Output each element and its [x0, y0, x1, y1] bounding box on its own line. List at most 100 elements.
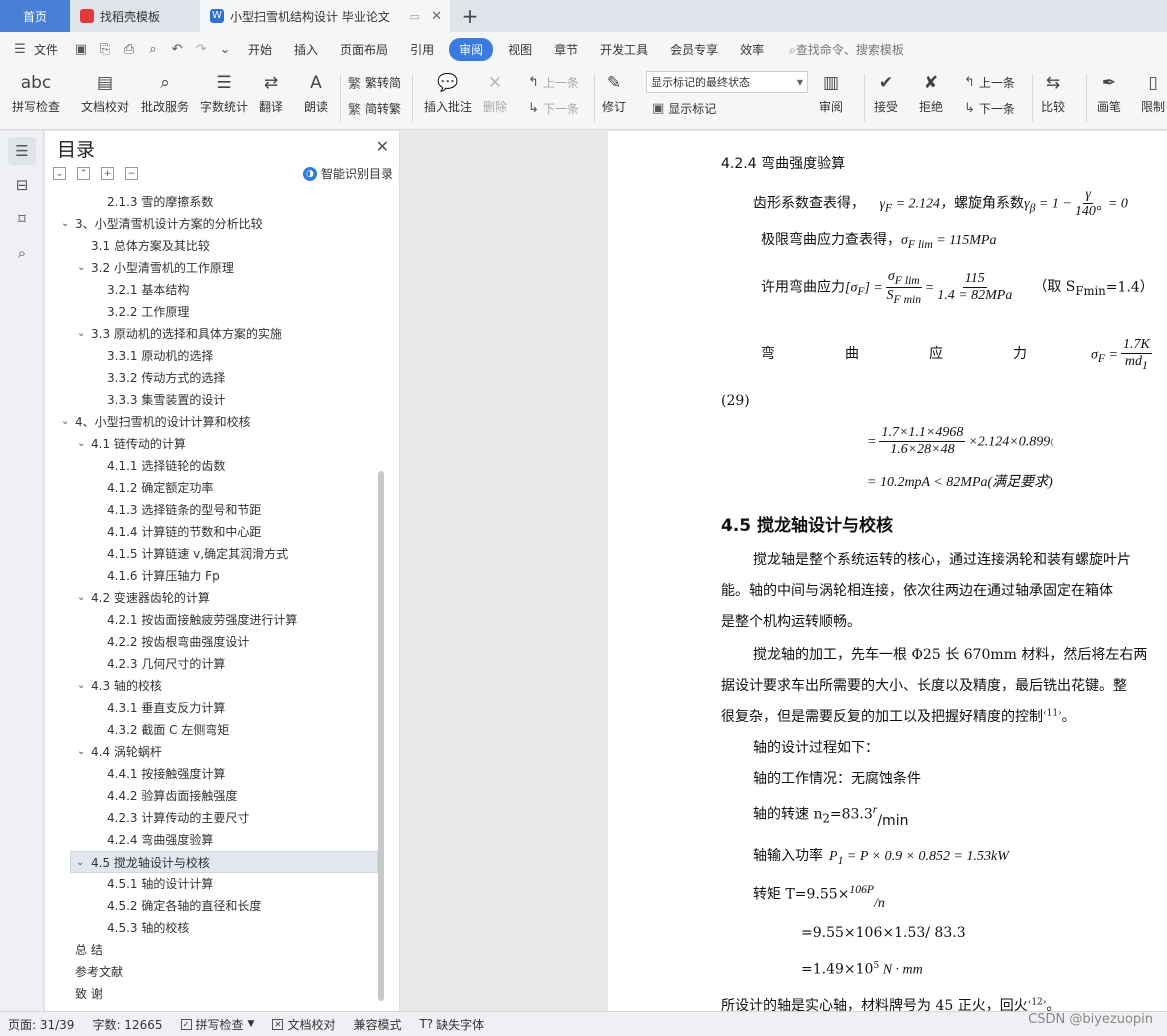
chevron-down-icon[interactable]: ⌄	[77, 323, 85, 345]
compare-button[interactable]: ⇆ 比较	[1040, 70, 1066, 115]
pen-button[interactable]: ✒ 画笔	[1096, 70, 1122, 115]
bookmark-icon[interactable]: ⌑	[8, 205, 36, 233]
next-change-button[interactable]: ↳ 下一条	[964, 97, 1015, 119]
add-heading-icon[interactable]: +	[101, 167, 114, 180]
prev-change-button[interactable]: ↰ 上一条	[964, 71, 1015, 93]
toc-item[interactable]: ⌄ 4.3 轴的校核	[45, 675, 385, 697]
toc-item[interactable]: ⌄ 4.4 涡轮蜗杆	[45, 741, 385, 763]
command-search[interactable]: ⌕查找命令、搜索模板	[789, 41, 904, 58]
chevron-down-icon[interactable]: ⌄	[61, 213, 69, 235]
toc-item[interactable]: 4.3.1 垂直支反力计算	[45, 697, 385, 719]
markup-state-dropdown[interactable]: 显示标记的最终状态 ▼	[646, 71, 808, 93]
toc-item[interactable]: 3.1 总体方案及其比较	[45, 235, 385, 257]
toc-item[interactable]: 4.2.4 弯曲强度验算	[45, 829, 385, 851]
accept-button[interactable]: ✔ 接受	[873, 70, 899, 115]
tab-document[interactable]: W 小型扫雪机结构设计 毕业论文 ▭ ✕	[200, 0, 450, 32]
menu-member[interactable]: 会员专享	[670, 41, 718, 58]
menu-start[interactable]: 开始	[248, 41, 272, 58]
toc-item[interactable]: 4.1.3 选择链条的型号和节距	[45, 499, 385, 521]
menu-chapter[interactable]: 章节	[554, 41, 578, 58]
chevron-down-icon[interactable]: ⌄	[61, 411, 69, 433]
menu-view[interactable]: 视图	[508, 41, 532, 58]
toc-item[interactable]: 4.1.4 计算链的节数和中心距	[45, 521, 385, 543]
toc-item[interactable]: 4.2.2 按齿根弯曲强度设计	[45, 631, 385, 653]
toc-item[interactable]: 4.5.3 轴的校核	[45, 917, 385, 939]
toc-item[interactable]: ⌄ 3、小型清雪机设计方案的分析比较	[45, 213, 385, 235]
close-tab-icon[interactable]: ✕	[431, 9, 442, 24]
toc-item[interactable]: 4.2.1 按齿面接触疲劳强度进行计算	[45, 609, 385, 631]
window-icon[interactable]: ▭	[410, 10, 420, 23]
toc-item[interactable]: 3.3.1 原动机的选择	[45, 345, 385, 367]
toc-item[interactable]: 致 谢	[45, 983, 385, 1005]
more-icon[interactable]: ⌄	[215, 39, 235, 59]
toc-item[interactable]: ⌄ 4.1 链传动的计算	[45, 433, 385, 455]
review-pane-button[interactable]: ▥ 审阅	[818, 70, 844, 115]
toc-item[interactable]: 3.2.2 工作原理	[45, 301, 385, 323]
menu-devtools[interactable]: 开发工具	[600, 41, 648, 58]
toc-item[interactable]: 4.1.1 选择链轮的齿数	[45, 455, 385, 477]
chevron-down-icon[interactable]: ⌄	[77, 433, 85, 455]
tab-home[interactable]: 首页	[0, 0, 70, 32]
preview-icon[interactable]: ⌕	[143, 39, 163, 59]
page-indicator[interactable]: 页面: 31/39	[8, 1016, 74, 1033]
read-aloud-button[interactable]: A 朗读	[303, 70, 329, 115]
spell-check-button[interactable]: abc 拼写检查	[12, 70, 60, 115]
prev-comment-button[interactable]: ↰ 上一条	[528, 71, 579, 93]
toc-panel-icon[interactable]: ☰	[8, 137, 36, 165]
reject-button[interactable]: ✘ 拒绝	[918, 70, 944, 115]
chevron-down-icon[interactable]: ⌄	[77, 257, 85, 279]
toc-scrollbar[interactable]	[378, 471, 384, 1001]
close-icon[interactable]: ✕	[376, 137, 389, 156]
new-tab-button[interactable]: +	[450, 0, 490, 32]
next-comment-button[interactable]: ↳ 下一条	[528, 97, 579, 119]
doc-proof-toggle[interactable]: ✕ 文档校对	[272, 1016, 335, 1033]
show-markup-button[interactable]: ▣ 显示标记	[652, 97, 716, 119]
toc-item[interactable]: 3.2.1 基本结构	[45, 279, 385, 301]
section-panel-icon[interactable]: ⊟	[8, 171, 36, 199]
chevron-down-icon[interactable]: ⌄	[76, 852, 84, 874]
trad-to-simp-button[interactable]: 繁繁转简	[348, 71, 401, 93]
translate-button[interactable]: ⇄ 翻译	[258, 70, 284, 115]
print-icon[interactable]: ⎙	[119, 39, 139, 59]
menu-file[interactable]: 文件	[34, 41, 58, 58]
smart-toc-button[interactable]: ◑ 智能识别目录	[302, 165, 393, 182]
toc-item[interactable]: 4.1.6 计算压轴力 Fp	[45, 565, 385, 587]
toc-item[interactable]: ⌄ 4、小型扫雪机的设计计算和校核	[45, 411, 385, 433]
toc-item[interactable]: 4.1.5 计算链速 v,确定其润滑方式	[45, 543, 385, 565]
menu-efficiency[interactable]: 效率	[740, 41, 764, 58]
collapse-all-icon[interactable]: ⌃	[77, 167, 90, 180]
doc-proof-button[interactable]: ▤ 文档校对	[81, 70, 129, 115]
document-page[interactable]: 4.2.4 弯曲强度验算 齿形系数查表得， γF = 2.124，螺旋角系数γβ…	[608, 131, 1167, 1014]
chevron-down-icon[interactable]: ⌄	[77, 675, 85, 697]
toc-item[interactable]: 参考文献	[45, 961, 385, 983]
toc-item[interactable]: 4.5.1 轴的设计计算	[45, 873, 385, 895]
toc-item[interactable]: 3.3.2 传动方式的选择	[45, 367, 385, 389]
undo-icon[interactable]: ↶	[167, 39, 187, 59]
chevron-down-icon[interactable]: ⌄	[77, 587, 85, 609]
word-count-button[interactable]: ☰ 字数统计	[200, 70, 248, 115]
toc-item[interactable]: 4.4.2 验算齿面接触强度	[45, 785, 385, 807]
toc-item[interactable]: ⌄ 3.2 小型清雪机的工作原理	[45, 257, 385, 279]
save-icon[interactable]: ▣	[71, 39, 91, 59]
batch-service-button[interactable]: ⌕ 批改服务	[141, 70, 189, 115]
toc-item[interactable]: ⌄ 3.3 原动机的选择和具体方案的实施	[45, 323, 385, 345]
menu-layout[interactable]: 页面布局	[340, 41, 388, 58]
toc-item[interactable]: 4.1.2 确定额定功率	[45, 477, 385, 499]
chevron-down-icon[interactable]: ⌄	[77, 741, 85, 763]
revise-button[interactable]: ✎ 修订	[601, 70, 627, 115]
find-icon[interactable]: ⌕	[8, 239, 36, 267]
insert-comment-button[interactable]: 💬 插入批注	[424, 70, 472, 115]
menu-reference[interactable]: 引用	[410, 41, 434, 58]
menu-insert[interactable]: 插入	[294, 41, 318, 58]
missing-font-button[interactable]: T? 缺失字体	[419, 1016, 484, 1033]
hamburger-icon[interactable]: ☰	[10, 39, 30, 59]
toc-item[interactable]: ⌄ 4.2 变速器齿轮的计算	[45, 587, 385, 609]
simp-to-trad-button[interactable]: 繁简转繁	[348, 97, 401, 119]
redo-icon[interactable]: ↷	[191, 39, 211, 59]
toc-item[interactable]: 2.1.3 雪的摩擦系数	[45, 191, 385, 213]
export-icon[interactable]: ⎘	[95, 39, 115, 59]
delete-comment-button[interactable]: ✕ 删除	[482, 70, 508, 115]
toc-item[interactable]: 4.2.3 几何尺寸的计算	[45, 653, 385, 675]
expand-all-icon[interactable]: ⌄	[53, 167, 66, 180]
toc-item[interactable]: 4.4.1 按接触强度计算	[45, 763, 385, 785]
